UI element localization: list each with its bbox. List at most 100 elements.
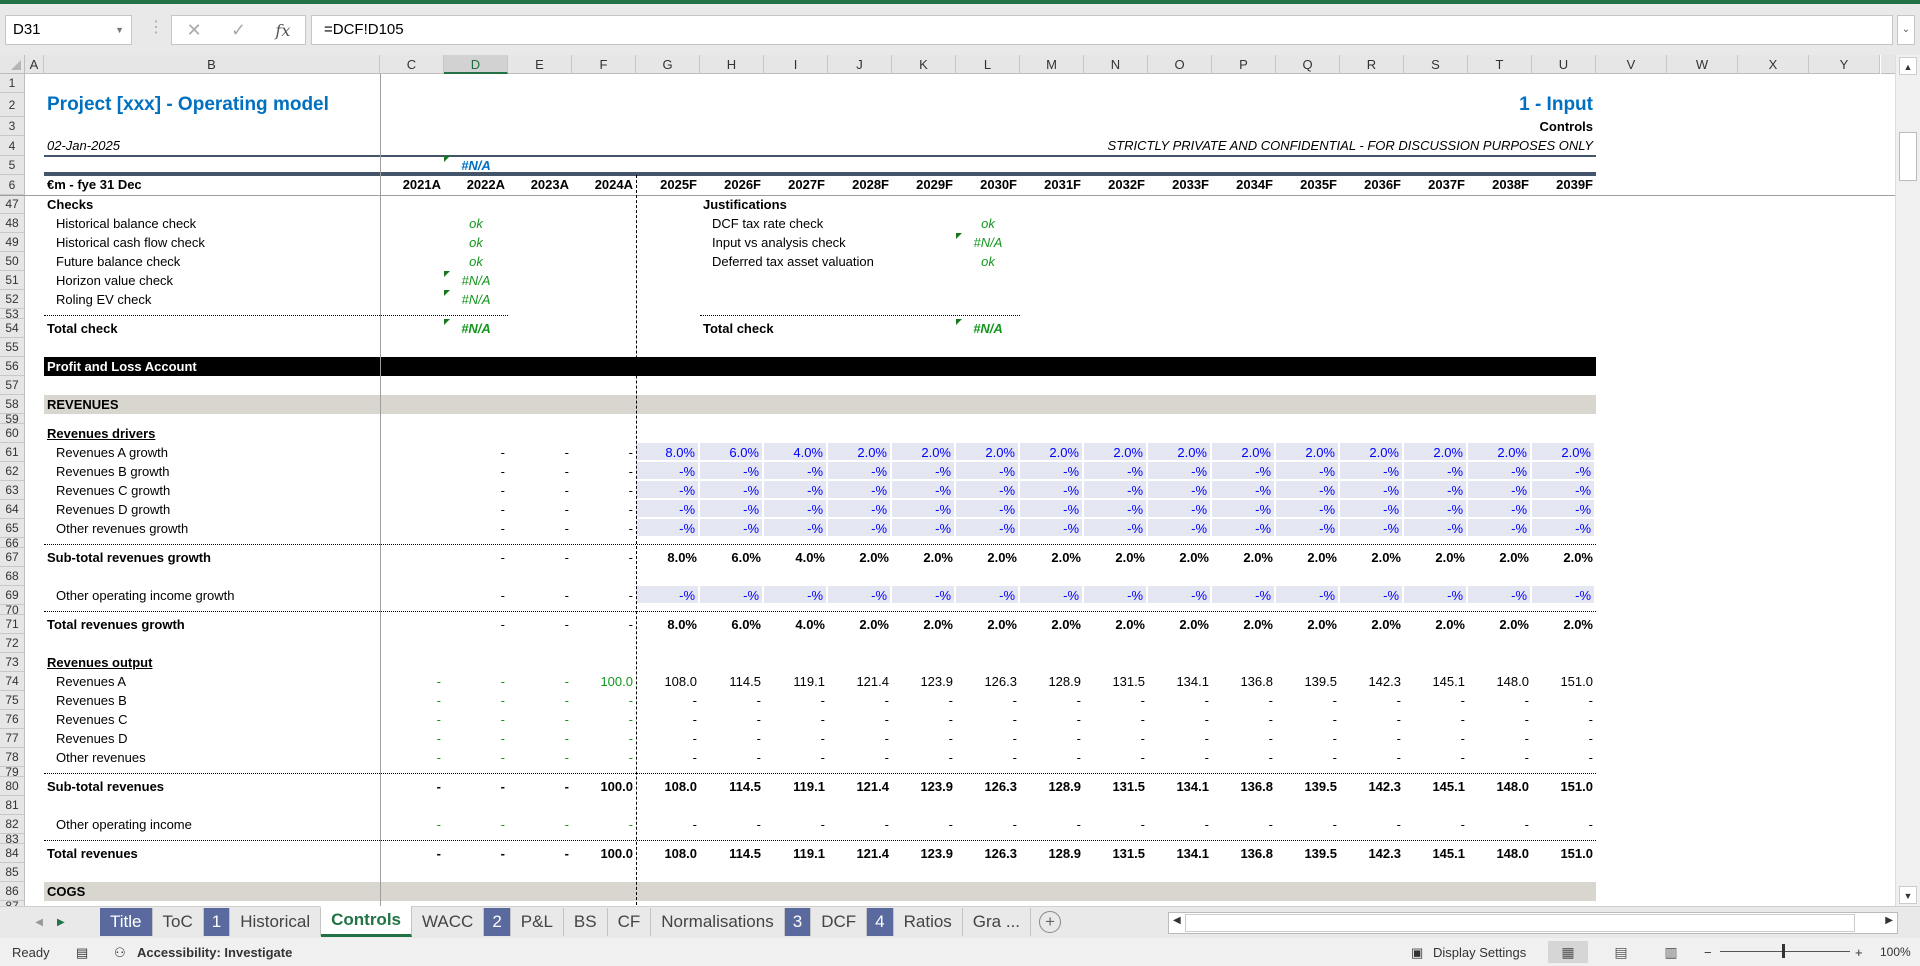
macro-recording-icon[interactable]: ▤ bbox=[76, 945, 88, 961]
tab-normalisations[interactable]: Normalisations bbox=[651, 908, 785, 936]
row-header-76[interactable]: 76 bbox=[0, 710, 25, 729]
column-header-g[interactable]: G bbox=[636, 55, 700, 74]
page-break-preview-icon[interactable]: ▥ bbox=[1651, 941, 1691, 963]
enter-icon[interactable]: ✓ bbox=[231, 20, 246, 41]
column-header-a[interactable]: A bbox=[25, 55, 44, 74]
row-header-56[interactable]: 56 bbox=[0, 357, 25, 376]
tab-gra[interactable]: Gra ... bbox=[963, 908, 1032, 936]
column-header-l[interactable]: L bbox=[956, 55, 1020, 74]
row-header-77[interactable]: 77 bbox=[0, 729, 25, 748]
column-header-p[interactable]: P bbox=[1212, 55, 1276, 74]
name-box[interactable]: D31 ▼ bbox=[5, 15, 132, 45]
vertical-scroll-thumb[interactable] bbox=[1899, 132, 1917, 181]
column-header-e[interactable]: E bbox=[508, 55, 572, 74]
accessibility-status[interactable]: Accessibility: Investigate bbox=[137, 945, 292, 960]
scroll-down-icon[interactable]: ▼ bbox=[1899, 886, 1917, 904]
row-header-67[interactable]: 67 bbox=[0, 548, 25, 567]
tab-p-l[interactable]: P&L bbox=[511, 908, 564, 936]
row-header-60[interactable]: 60 bbox=[0, 424, 25, 443]
row-header-57[interactable]: 57 bbox=[0, 376, 25, 395]
chevron-down-icon[interactable]: ▼ bbox=[115, 16, 124, 44]
tab-bs[interactable]: BS bbox=[564, 908, 608, 936]
tab-dcf[interactable]: DCF bbox=[811, 908, 868, 936]
row-header-71[interactable]: 71 bbox=[0, 615, 25, 634]
select-all-button[interactable] bbox=[0, 55, 25, 74]
column-header-k[interactable]: K bbox=[892, 55, 956, 74]
row-header-81[interactable]: 81 bbox=[0, 796, 25, 815]
column-header-x[interactable]: X bbox=[1738, 55, 1809, 74]
zoom-in-icon[interactable]: + bbox=[1855, 945, 1863, 960]
row-header-69[interactable]: 69 bbox=[0, 586, 25, 605]
row-header-51[interactable]: 51 bbox=[0, 271, 25, 290]
scroll-left-icon[interactable]: ◀ bbox=[1173, 915, 1181, 926]
next-sheet-icon[interactable]: ▶ bbox=[57, 917, 65, 928]
page-layout-view-icon[interactable]: ▤ bbox=[1601, 941, 1641, 963]
tab-toc[interactable]: ToC bbox=[153, 908, 204, 936]
zoom-level[interactable]: 100% bbox=[1880, 945, 1911, 959]
zoom-out-icon[interactable]: − bbox=[1704, 945, 1712, 960]
zoom-slider-handle[interactable] bbox=[1782, 944, 1785, 958]
column-header-q[interactable]: Q bbox=[1276, 55, 1340, 74]
row-header-50[interactable]: 50 bbox=[0, 252, 25, 271]
row-header-86[interactable]: 86 bbox=[0, 882, 25, 901]
row-header-61[interactable]: 61 bbox=[0, 443, 25, 462]
tab-1[interactable]: 1 bbox=[203, 908, 231, 936]
row-header-79[interactable]: 79 bbox=[0, 767, 25, 777]
column-header-h[interactable]: H bbox=[700, 55, 764, 74]
row-header-4[interactable]: 4 bbox=[0, 136, 25, 156]
row-header-83[interactable]: 83 bbox=[0, 834, 25, 844]
row-header-58[interactable]: 58 bbox=[0, 395, 25, 414]
row-header-73[interactable]: 73 bbox=[0, 653, 25, 672]
tab-title[interactable]: Title bbox=[100, 908, 153, 936]
row-header-80[interactable]: 80 bbox=[0, 777, 25, 796]
tab-controls[interactable]: Controls bbox=[321, 906, 412, 937]
row-header-1[interactable]: 1 bbox=[0, 74, 25, 93]
vertical-scrollbar[interactable]: ▲ ▼ bbox=[1895, 55, 1920, 906]
row-header-62[interactable]: 62 bbox=[0, 462, 25, 481]
column-header-t[interactable]: T bbox=[1468, 55, 1532, 74]
row-header-82[interactable]: 82 bbox=[0, 815, 25, 834]
column-header-j[interactable]: J bbox=[828, 55, 892, 74]
horizontal-scrollbar[interactable]: ◀ ▶ bbox=[1168, 912, 1898, 934]
column-header-d[interactable]: D bbox=[444, 55, 508, 74]
row-header-6[interactable]: 6 bbox=[0, 175, 25, 195]
row-header-3[interactable]: 3 bbox=[0, 117, 25, 136]
worksheet-grid[interactable]: A B C D E F G H I J K L M N O P Q R S T U V W X Y 1 2 Project [xxx]… bbox=[0, 55, 1895, 906]
expand-formula-bar-icon[interactable]: ⌄ bbox=[1897, 15, 1915, 45]
tab-4[interactable]: 4 bbox=[867, 908, 894, 936]
row-header-72[interactable]: 72 bbox=[0, 634, 25, 653]
column-header-w[interactable]: W bbox=[1667, 55, 1738, 74]
row-header-59[interactable]: 59 bbox=[0, 414, 25, 424]
tab-wacc[interactable]: WACC bbox=[412, 908, 485, 936]
column-header-r[interactable]: R bbox=[1340, 55, 1404, 74]
tab-3[interactable]: 3 bbox=[784, 908, 812, 936]
column-header-y[interactable]: Y bbox=[1809, 55, 1880, 74]
row-header-2[interactable]: 2 bbox=[0, 93, 25, 117]
tab-historical[interactable]: Historical bbox=[230, 908, 322, 936]
row-header-47[interactable]: 47 bbox=[0, 195, 25, 214]
column-header-u[interactable]: U bbox=[1532, 55, 1596, 74]
column-header-v[interactable]: V bbox=[1596, 55, 1667, 74]
display-settings-icon[interactable]: ▣ bbox=[1411, 945, 1423, 961]
row-header-75[interactable]: 75 bbox=[0, 691, 25, 710]
row-header-49[interactable]: 49 bbox=[0, 233, 25, 252]
row-header-5[interactable]: 5 bbox=[0, 156, 25, 175]
row-header-74[interactable]: 74 bbox=[0, 672, 25, 691]
tab-cf[interactable]: CF bbox=[608, 908, 652, 936]
row-header-64[interactable]: 64 bbox=[0, 500, 25, 519]
row-header-68[interactable]: 68 bbox=[0, 567, 25, 586]
column-header-b[interactable]: B bbox=[44, 55, 380, 74]
column-header-i[interactable]: I bbox=[764, 55, 828, 74]
cancel-icon[interactable]: ✕ bbox=[187, 20, 202, 41]
row-header-52[interactable]: 52 bbox=[0, 290, 25, 309]
tab-ratios[interactable]: Ratios bbox=[894, 908, 963, 936]
prev-sheet-icon[interactable]: ◀ bbox=[35, 917, 43, 928]
accessibility-icon[interactable]: ⚇ bbox=[114, 945, 126, 961]
column-header-o[interactable]: O bbox=[1148, 55, 1212, 74]
row-header-55[interactable]: 55 bbox=[0, 338, 25, 357]
row-header-54[interactable]: 54 bbox=[0, 319, 25, 338]
row-header-70[interactable]: 70 bbox=[0, 605, 25, 615]
add-sheet-icon[interactable]: + bbox=[1039, 911, 1062, 933]
column-header-c[interactable]: C bbox=[380, 55, 444, 74]
column-header-s[interactable]: S bbox=[1404, 55, 1468, 74]
